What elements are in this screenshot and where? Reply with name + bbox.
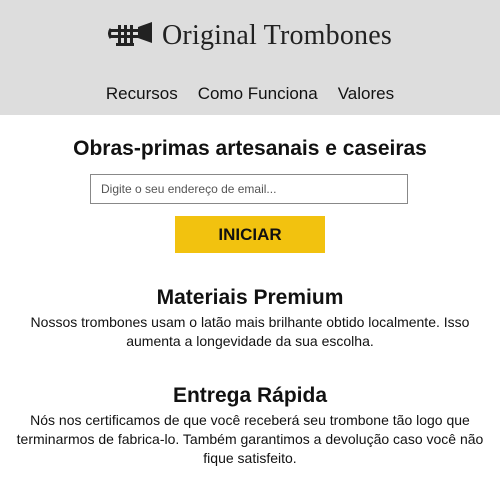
feature-title: Entrega Rápida xyxy=(172,384,328,407)
brand-logo[interactable]: Original Trombones xyxy=(0,18,500,54)
feature-premium-materials: Materiais Premium Nossos trombones usam … xyxy=(0,285,500,351)
main-nav: Recursos Como Funciona Valores xyxy=(0,84,500,104)
feature-description: Nós nos certificamos de que você receber… xyxy=(16,412,484,466)
feature-description: Nossos trombones usam o latão mais brilh… xyxy=(30,314,470,349)
feature-title: Materiais Premium xyxy=(156,286,344,309)
page-header: Original Trombones Recursos Como Funcion… xyxy=(0,0,500,115)
start-button[interactable]: INICIAR xyxy=(175,216,325,253)
email-field[interactable] xyxy=(90,174,408,204)
nav-item-como-funciona[interactable]: Como Funciona xyxy=(198,84,318,104)
nav-item-recursos[interactable]: Recursos xyxy=(106,84,178,104)
trombone-icon xyxy=(108,22,153,46)
feature-fast-delivery: Entrega Rápida Nós nos certificamos de q… xyxy=(0,383,500,468)
brand-name: Original Trombones xyxy=(162,20,392,51)
nav-item-valores[interactable]: Valores xyxy=(338,84,394,104)
hero-title: Obras-primas artesanais e caseiras xyxy=(73,137,427,160)
